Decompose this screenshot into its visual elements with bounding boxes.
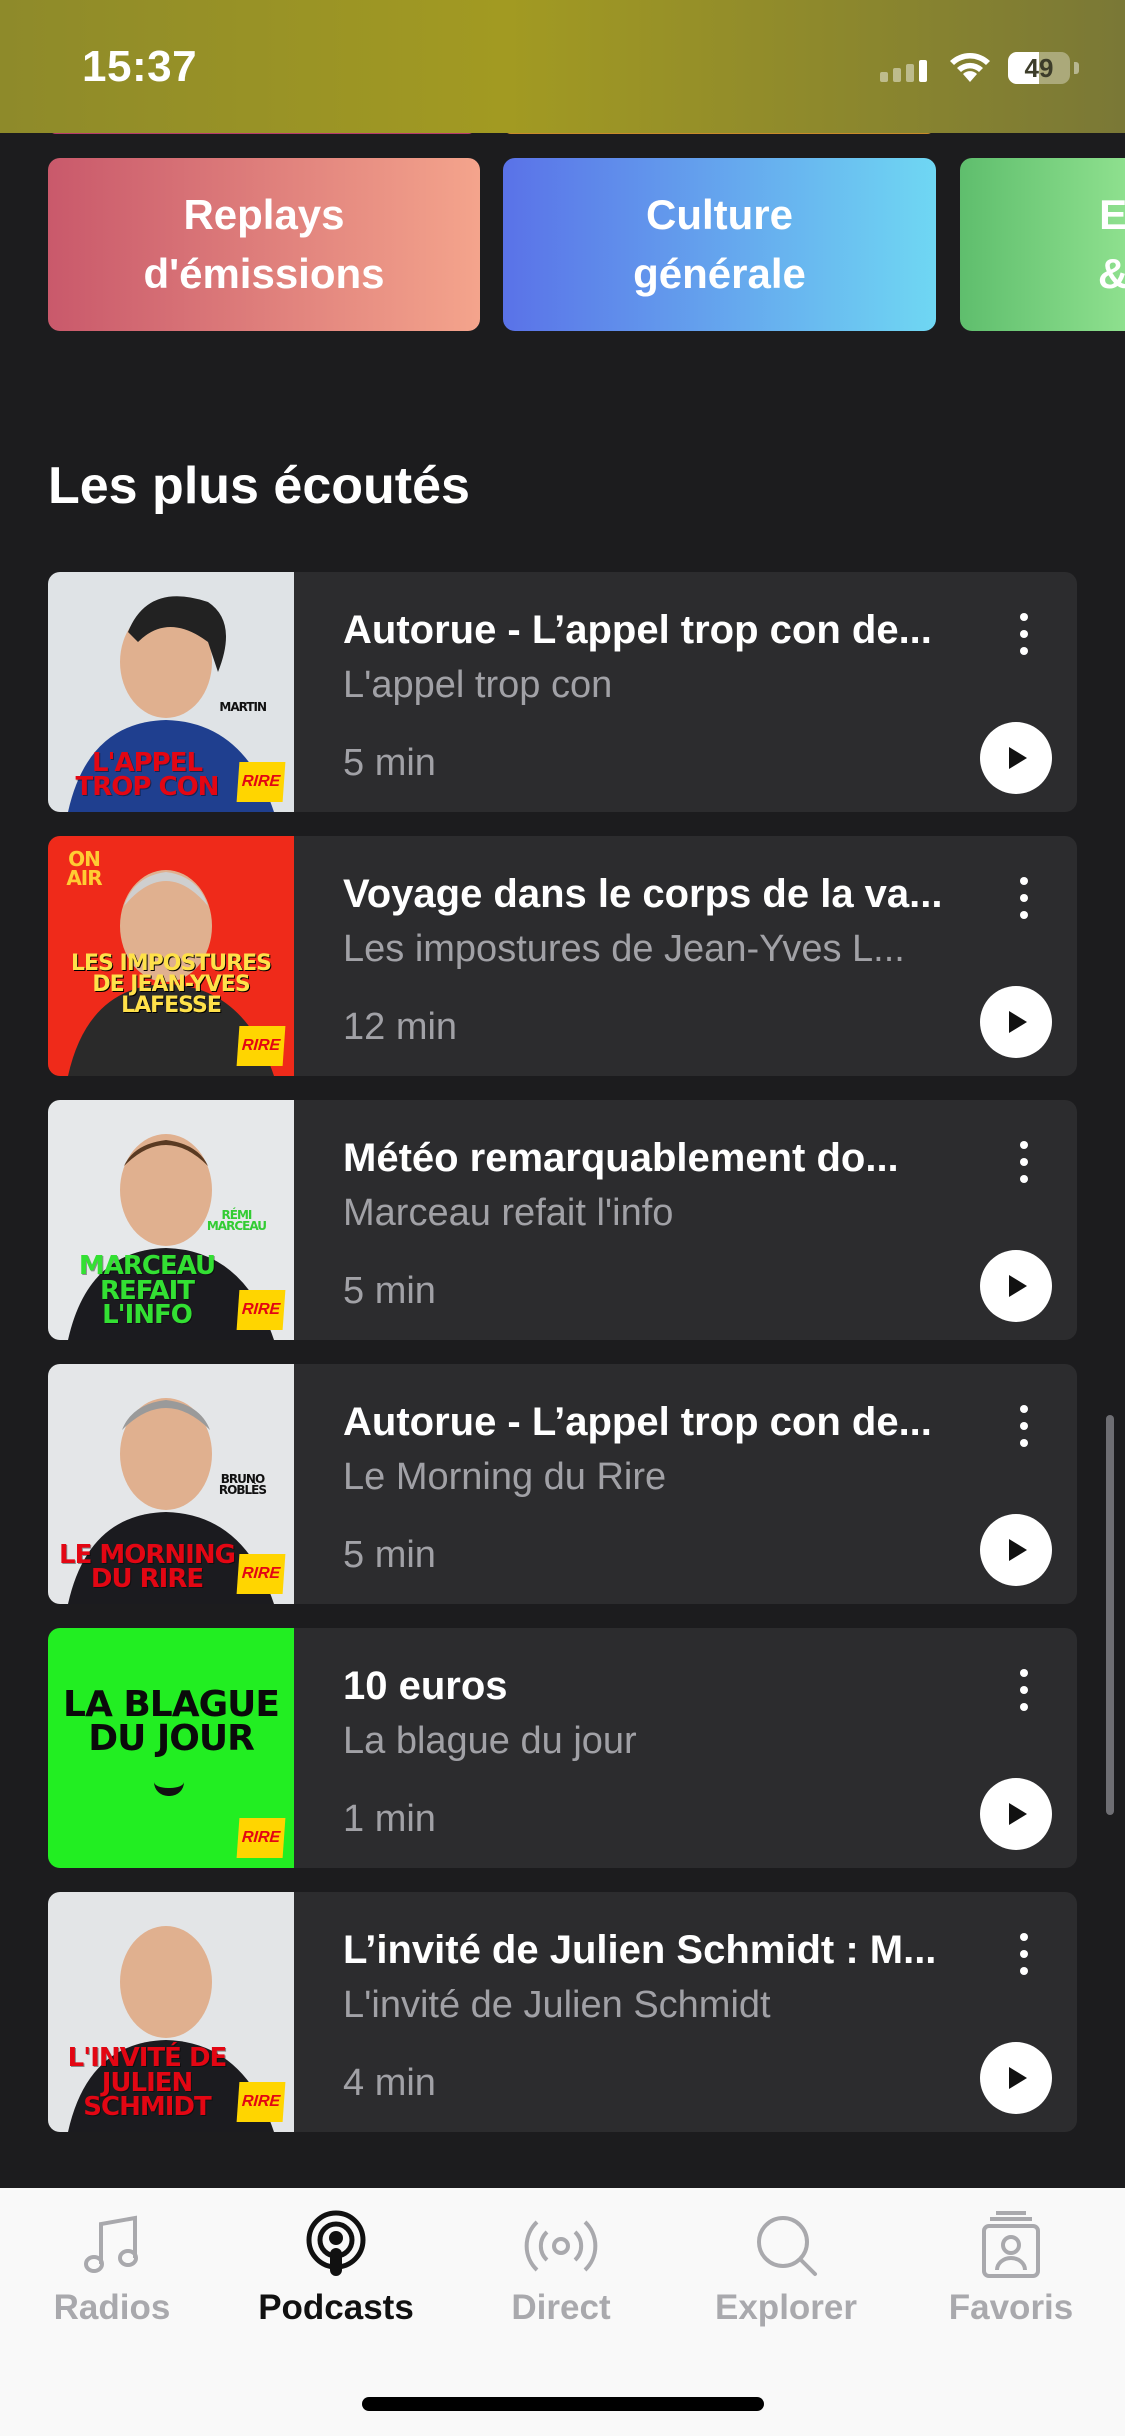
- podcast-thumbnail: LA BLAGUE DU JOUR RIRE: [48, 1628, 294, 1868]
- thumbnail-title: L'APPEL TROP CON: [75, 747, 220, 803]
- broadcast-icon: [524, 2220, 598, 2272]
- status-time: 15:37: [82, 42, 198, 91]
- episode-title: Voyage dans le corps de la va...: [343, 872, 943, 916]
- episode-duration: 1 min: [343, 1798, 436, 1840]
- more-options-icon[interactable]: [1004, 868, 1044, 928]
- podcast-list-item[interactable]: LA BLAGUE DU JOUR RIRE 10 euros La blague d…: [48, 1628, 1077, 1868]
- podcast-list-item[interactable]: RÉMI MARCEAU MARCEAU REFAIT L'INFO RIRE Mét…: [48, 1100, 1077, 1340]
- thumbnail-title: LA BLAGUE DU JOUR: [63, 1684, 280, 1760]
- play-icon: [1009, 1803, 1027, 1825]
- podcast-thumbnail: RÉMI MARCEAU MARCEAU REFAIT L'INFO RIRE: [48, 1100, 294, 1340]
- thumbnail-caption: RÉMI MARCEAU: [206, 1208, 267, 1234]
- episode-duration: 5 min: [343, 742, 436, 784]
- thumbnail-title: MARCEAU REFAIT L'INFO: [78, 1250, 216, 1331]
- podcast-list-item[interactable]: L'INVITÉ DE JULIEN SCHMIDT RIRE L’invité d…: [48, 1892, 1077, 2132]
- cellular-signal-icon: [880, 60, 927, 82]
- play-button[interactable]: [980, 2042, 1052, 2114]
- play-button[interactable]: [980, 1778, 1052, 1850]
- category-label: Culture générale: [633, 190, 806, 297]
- tab-favoris[interactable]: Favoris: [911, 2210, 1111, 2328]
- brand-logo: RIRE: [236, 1818, 286, 1858]
- podcast-list-item[interactable]: MARTIN L'APPEL TROP CON RIRE Autorue - L’ap…: [48, 572, 1077, 812]
- thumbnail-caption: ON AIR: [66, 847, 102, 890]
- category-label: Replays d'émissions: [143, 190, 385, 297]
- podcast-show-name: L'invité de Julien Schmidt: [343, 1984, 771, 2026]
- more-options-icon[interactable]: [1004, 604, 1044, 664]
- tab-label: Favoris: [948, 2288, 1074, 2327]
- brand-logo: RIRE: [236, 1290, 286, 1330]
- thumbnail-caption: MARTIN: [219, 700, 267, 714]
- favorites-icon: [982, 2211, 1040, 2278]
- episode-duration: 5 min: [343, 1270, 436, 1312]
- more-options-icon[interactable]: [1004, 1396, 1044, 1456]
- thumbnail-title: L'INVITÉ DE JULIEN SCHMIDT: [67, 2042, 228, 2123]
- smiley-icon: [154, 1778, 184, 1796]
- episode-title: 10 euros: [343, 1664, 508, 1708]
- episode-title: Autorue - L’appel trop con de...: [343, 608, 932, 652]
- home-indicator[interactable]: [362, 2397, 764, 2411]
- category-label: E &: [1098, 190, 1125, 297]
- thumbnail-caption: BRUNO ROBLÈS: [218, 1472, 267, 1498]
- tab-radios[interactable]: Radios: [12, 2210, 212, 2328]
- play-button[interactable]: [980, 1250, 1052, 1322]
- tab-direct[interactable]: Direct: [461, 2210, 661, 2328]
- tab-label: Direct: [511, 2288, 611, 2327]
- battery-level: 49: [1024, 52, 1054, 83]
- episode-duration: 4 min: [343, 2062, 436, 2104]
- play-button[interactable]: [980, 1514, 1052, 1586]
- podcast-list-item[interactable]: ON AIR LES IMPOSTURES DE JEAN-YVES LAFESS…: [48, 836, 1077, 1076]
- podcast-show-name: L'appel trop con: [343, 664, 613, 706]
- category-chip-culture[interactable]: Culture générale: [503, 158, 936, 331]
- more-options-icon[interactable]: [1004, 1924, 1044, 1984]
- podcast-show-name: Marceau refait l'info: [343, 1192, 674, 1234]
- category-chip-partial[interactable]: E &: [960, 158, 1125, 331]
- play-icon: [1009, 1275, 1027, 1297]
- brand-logo: RIRE: [236, 762, 286, 802]
- battery-icon: 49: [1008, 52, 1070, 84]
- tab-label: Podcasts: [258, 2288, 414, 2327]
- play-icon: [1009, 747, 1027, 769]
- play-icon: [1009, 1539, 1027, 1561]
- play-button[interactable]: [980, 986, 1052, 1058]
- more-options-icon[interactable]: [1004, 1132, 1044, 1192]
- status-bar: 15:37 49: [0, 0, 1125, 133]
- tab-label: Explorer: [715, 2288, 857, 2327]
- episode-title: Autorue - L’appel trop con de...: [343, 1400, 932, 1444]
- play-button[interactable]: [980, 722, 1052, 794]
- tab-explorer[interactable]: Explorer: [686, 2210, 886, 2328]
- thumbnail-title: LES IMPOSTURES DE JEAN-YVES LAFESSE: [71, 951, 272, 1018]
- scroll-indicator[interactable]: [1106, 1415, 1114, 1815]
- episode-title: Météo remarquablement do...: [343, 1136, 899, 1180]
- play-icon: [1009, 2067, 1027, 2089]
- brand-logo: RIRE: [236, 2082, 286, 2122]
- podcast-thumbnail: BRUNO ROBLÈS LE MORNING DU RIRE RIRE: [48, 1364, 294, 1604]
- music-note-icon: [84, 2215, 138, 2273]
- tab-podcasts[interactable]: Podcasts: [236, 2210, 436, 2328]
- episode-duration: 12 min: [343, 1006, 458, 1048]
- podcast-show-name: Le Morning du Rire: [343, 1456, 667, 1498]
- wifi-icon: [950, 53, 990, 82]
- episode-duration: 5 min: [343, 1534, 436, 1576]
- podcast-show-name: La blague du jour: [343, 1720, 637, 1762]
- play-icon: [1009, 1011, 1027, 1033]
- category-chip-replays[interactable]: Replays d'émissions: [48, 158, 480, 331]
- podcast-show-name: Les impostures de Jean-Yves L...: [343, 928, 905, 970]
- podcast-icon: [306, 2210, 366, 2276]
- more-options-icon[interactable]: [1004, 1660, 1044, 1720]
- podcast-thumbnail: L'INVITÉ DE JULIEN SCHMIDT RIRE: [48, 1892, 294, 2132]
- episode-title: L’invité de Julien Schmidt : M...: [343, 1928, 937, 1972]
- brand-logo: RIRE: [236, 1026, 286, 1066]
- podcast-thumbnail: ON AIR LES IMPOSTURES DE JEAN-YVES LAFESS…: [48, 836, 294, 1076]
- tab-label: Radios: [53, 2288, 171, 2327]
- section-title: Les plus écoutés: [48, 457, 470, 515]
- podcast-list-item[interactable]: BRUNO ROBLÈS LE MORNING DU RIRE RIRE Autoru…: [48, 1364, 1077, 1604]
- thumbnail-title: LE MORNING DU RIRE: [59, 1539, 236, 1595]
- search-icon: [757, 2216, 817, 2276]
- brand-logo: RIRE: [236, 1554, 286, 1594]
- podcast-thumbnail: MARTIN L'APPEL TROP CON RIRE: [48, 572, 294, 812]
